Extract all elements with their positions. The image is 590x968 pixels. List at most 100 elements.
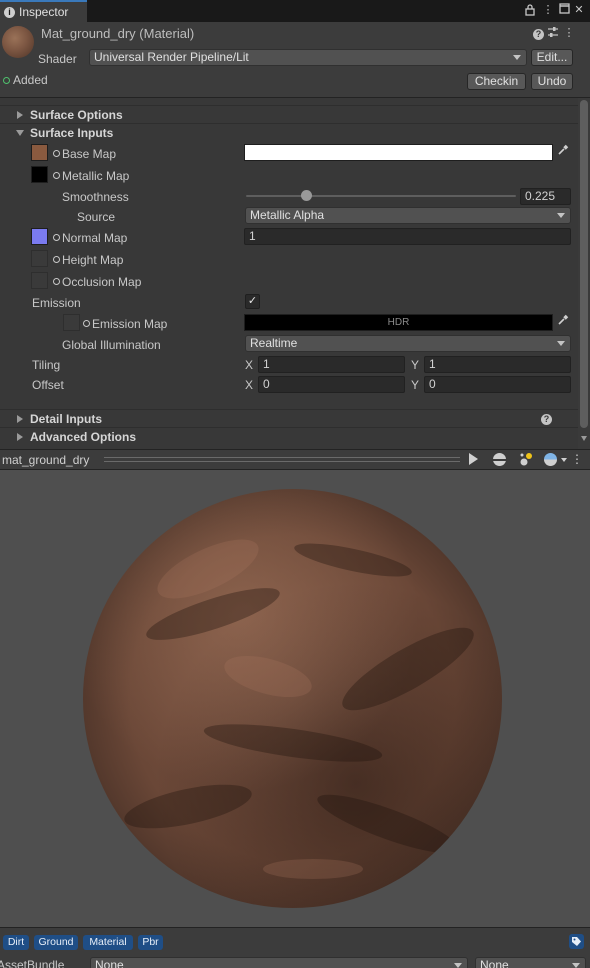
smoothness-slider-track[interactable] [246,195,516,197]
preview-drag-handle[interactable] [104,457,460,462]
emission-map-texture-slot[interactable] [63,314,80,331]
normal-map-scale-field[interactable]: 1 [244,228,571,245]
eyedropper-icon[interactable] [554,314,571,331]
maximize-icon[interactable] [557,3,571,17]
asset-label-tag[interactable]: Dirt [3,935,29,950]
collapse-triangle-icon [16,130,24,136]
emission-checkbox[interactable]: ✓ [245,294,260,309]
eyedropper-icon[interactable] [554,144,571,161]
offset-x-field[interactable]: 0 [258,376,405,393]
smoothness-value-field[interactable]: 0.225 [520,188,571,205]
section-surface-options[interactable]: Surface Options [0,105,578,123]
normal-map-texture-slot[interactable] [31,228,48,245]
metallic-map-label: Metallic Map [62,169,130,183]
base-map-color-field[interactable] [244,144,553,161]
asset-label-tag[interactable]: Ground [34,935,78,950]
label-tag-icon[interactable] [569,934,584,949]
section-label: Advanced Options [30,430,137,444]
tiling-x-label: X [245,358,254,372]
section-label: Detail Inputs [30,412,103,426]
scroll-down-icon[interactable] [581,436,587,441]
occlusion-map-label: Occlusion Map [62,275,142,289]
checkin-button[interactable]: Checkin [467,73,526,90]
assetbundle-variant-value: None [480,958,509,968]
source-value: Metallic Alpha [250,208,325,222]
undo-button[interactable]: Undo [531,73,573,90]
asset-label-tag[interactable]: Pbr [138,935,163,950]
source-dropdown[interactable]: Metallic Alpha [245,207,571,224]
tab-label: Inspector [19,5,69,19]
source-label: Source [77,210,116,224]
scrollbar[interactable] [578,98,590,449]
texture-picker-dot-icon[interactable] [53,278,60,285]
window-tab-bar [0,0,590,22]
assetbundle-label: AssetBundle [0,958,65,968]
close-icon[interactable]: ✕ [572,3,586,17]
global-illumination-value: Realtime [250,336,298,350]
offset-x-label: X [245,378,254,392]
tab-inspector[interactable]: i Inspector [0,0,87,22]
scrollbar-thumb[interactable] [580,100,588,428]
texture-picker-dot-icon[interactable] [53,150,60,157]
section-label: Surface Options [30,108,123,122]
shader-value: Universal Render Pipeline/Lit [94,50,249,64]
emission-hdr-color-field[interactable]: HDR [244,314,553,331]
height-map-label: Height Map [62,253,124,267]
context-menu-icon[interactable]: ⋮ [562,26,576,40]
preview-lighting-icon[interactable] [518,451,534,467]
tiling-y-field[interactable]: 1 [424,356,571,373]
section-detail-inputs[interactable]: Detail Inputs ? [0,409,578,427]
assetbundle-variant-dropdown[interactable]: None [475,957,586,968]
base-map-texture-slot[interactable] [31,144,48,161]
edit-shader-button[interactable]: Edit... [531,49,573,66]
status-added-icon [3,77,10,84]
more-options-icon[interactable]: ⋮ [570,452,584,466]
emission-label: Emission [32,296,81,310]
vcs-status: Added [13,73,48,87]
preview-background-icon[interactable] [544,453,557,466]
smoothness-label: Smoothness [62,190,129,204]
preview-title: mat_ground_dry [2,453,90,467]
help-icon[interactable]: ? [541,414,552,425]
assetbundle-name-value: None [95,958,124,968]
chevron-down-icon [454,963,462,968]
texture-picker-dot-icon[interactable] [53,234,60,241]
section-advanced-options[interactable]: Advanced Options [0,427,578,445]
tiling-x-field[interactable]: 1 [258,356,405,373]
play-icon[interactable] [469,453,478,465]
expand-triangle-icon [17,111,23,119]
texture-picker-dot-icon[interactable] [53,256,60,263]
section-surface-inputs[interactable]: Surface Inputs [0,123,578,141]
metallic-map-texture-slot[interactable] [31,166,48,183]
global-illumination-dropdown[interactable]: Realtime [245,335,571,352]
material-preview-sphere[interactable] [83,489,502,908]
occlusion-map-texture-slot[interactable] [31,272,48,289]
emission-map-label: Emission Map [92,317,168,331]
offset-label: Offset [32,378,64,392]
base-map-label: Base Map [62,147,117,161]
texture-picker-dot-icon[interactable] [83,320,90,327]
texture-picker-dot-icon[interactable] [53,172,60,179]
offset-y-label: Y [411,378,420,392]
tiling-y-label: Y [411,358,420,372]
material-title: Mat_ground_dry (Material) [41,26,195,41]
help-icon[interactable]: ? [533,29,544,40]
chevron-down-icon [513,55,521,60]
expand-triangle-icon [17,433,23,441]
offset-y-field[interactable]: 0 [424,376,571,393]
smoothness-slider-handle[interactable] [301,190,313,201]
asset-label-tag[interactable]: Material [83,935,133,950]
section-label: Surface Inputs [30,126,114,140]
shader-label: Shader [38,52,77,66]
global-illumination-label: Global Illumination [62,338,161,352]
lock-icon[interactable] [523,3,537,17]
preview-mesh-sphere-icon[interactable] [493,453,506,466]
more-options-icon[interactable]: ⋮ [541,3,555,17]
shader-dropdown[interactable]: Universal Render Pipeline/Lit [89,49,527,66]
tiling-label: Tiling [32,358,61,372]
chevron-down-icon[interactable] [561,458,567,462]
assetbundle-name-dropdown[interactable]: None [90,957,468,968]
height-map-texture-slot[interactable] [31,250,48,267]
expand-triangle-icon [17,415,23,423]
preset-icon[interactable] [546,26,560,40]
